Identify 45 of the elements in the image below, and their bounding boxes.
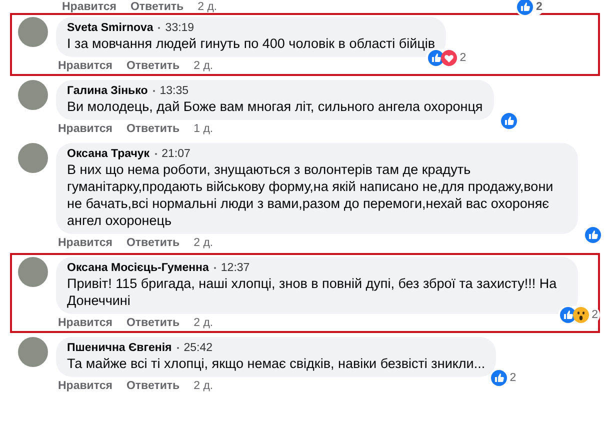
comment-age: 1 д. [194,123,214,135]
reaction-count: 2 [460,52,466,64]
author-name[interactable]: Галина Зінько [67,84,148,98]
like-link[interactable]: Нравится [58,317,112,329]
like-link[interactable]: Нравится [58,237,112,249]
reply-link[interactable]: Ответить [130,1,184,13]
comment-age: 2 д. [198,1,218,13]
like-link[interactable]: Нравится [58,60,112,72]
avatar [18,337,48,367]
like-link[interactable]: Нравится [62,1,116,13]
like-link[interactable]: Нравится [58,123,112,135]
reply-link[interactable]: Ответить [126,237,180,249]
reply-link[interactable]: Ответить [126,60,180,72]
thumbs-up-icon [500,113,517,129]
thumbs-up-icon [585,227,601,243]
comment-age: 2 д. [194,317,214,329]
comment-age: 2 д. [194,380,214,392]
reaction-count: 2 [592,309,598,321]
reply-link[interactable]: Ответить [126,317,180,329]
reaction-count: 2 [536,1,542,13]
comment-age: 2 д. [194,60,214,72]
comment-text: Ви молодець, дай Боже вам многая літ, сильного ангела охоронця [67,98,483,115]
author-name[interactable]: Sveta Smirnova [67,21,154,35]
avatar [18,17,48,47]
reaction-count: 2 [510,372,516,384]
comment-text: Привіт! 115 бригада, наші хлопці, знов в повній дупі, без зброї та захисту!!! На Донеччині [67,275,558,309]
reply-link[interactable]: Ответить [126,123,180,135]
comment-text: І за мовчання людей гинуть по 400 чоловік в області бійців [67,35,436,52]
comment-time[interactable]: 25:42 [184,341,213,355]
comment-text: Та майже всі ті хлопці, якщо немає свідків, навіки безвісті зникли... [67,355,486,372]
comment-text: В них що нема роботи, знущаються з волонтерів там де крадуть гуманітарку,продають військову форму,на якій написано не,для продажу,вони не бачать,всі нормальні люди з вами,разом до перемоги,нехай вас охороняє ангел охоронець [67,161,554,229]
comment-time[interactable]: 21:07 [162,147,190,161]
avatar [18,143,48,173]
reply-link[interactable]: Ответить [126,380,180,392]
comment-time[interactable]: 12:37 [220,261,250,275]
avatar [18,257,48,287]
surprised-face-icon [572,307,589,323]
comment-time[interactable]: 13:35 [160,84,189,98]
author-name[interactable]: Оксана Мосієць-Гуменна [67,261,209,275]
author-name[interactable]: Пшенична Євгенія [67,341,172,355]
comment-age: 2 д. [194,237,214,249]
avatar [18,80,48,110]
comment-time[interactable]: 33:19 [165,21,194,35]
like-link[interactable]: Нравится [58,380,112,392]
author-name[interactable]: Оксана Трачук [67,147,150,161]
